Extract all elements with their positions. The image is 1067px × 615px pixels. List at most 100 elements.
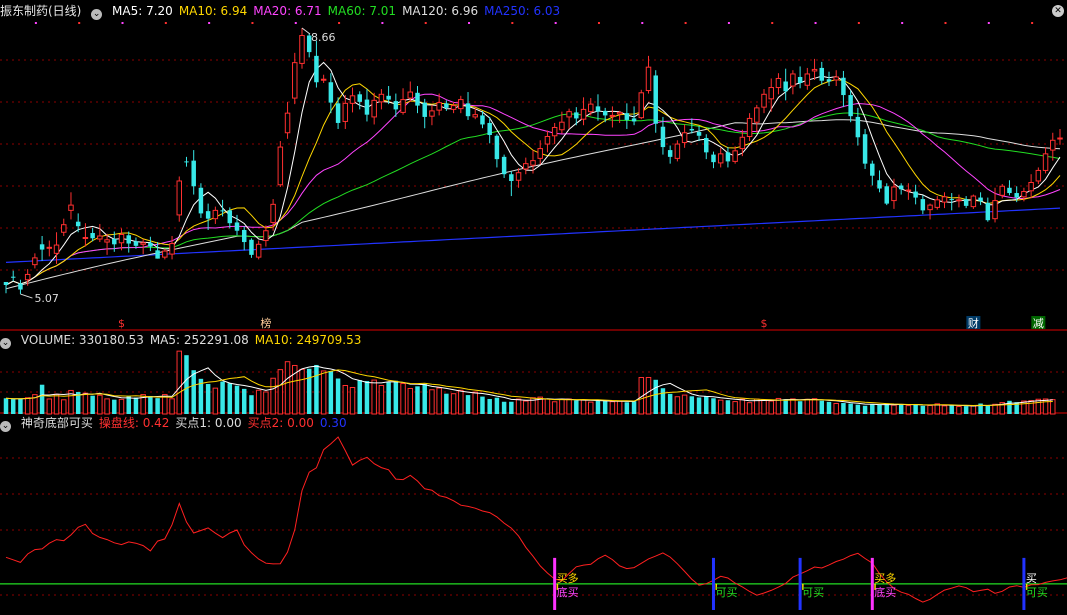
candle-body	[638, 92, 645, 119]
top-dot-marker	[771, 22, 774, 24]
candle-body	[320, 78, 327, 81]
event-marker[interactable]: 减	[1033, 317, 1044, 330]
candle-body	[270, 203, 276, 223]
candle-body	[1050, 139, 1056, 151]
candle-body	[746, 117, 753, 138]
candle-body	[126, 235, 131, 244]
candle-body	[212, 209, 219, 220]
volume-bar	[407, 387, 414, 415]
candle-body	[653, 75, 658, 124]
candle-body	[422, 102, 427, 117]
candle-body	[140, 242, 146, 245]
collapse-icon[interactable]: ⌄	[0, 421, 11, 432]
volume-header: ⌄ VOLUME: 330180.53 MA5: 252291.08 MA10: 2…	[0, 331, 373, 349]
ma120-line	[5, 119, 1061, 290]
candle-body	[292, 62, 298, 99]
candle-body	[97, 235, 103, 240]
legend-item: MA20: 6.71	[253, 4, 322, 18]
candle-body	[797, 76, 803, 84]
candle-body	[574, 112, 579, 119]
event-marker[interactable]: $	[761, 317, 768, 330]
candle-body	[515, 172, 522, 181]
top-dot-marker	[121, 22, 124, 24]
candle-body	[616, 111, 623, 115]
event-marker[interactable]: 榜	[260, 316, 271, 330]
candle-body	[75, 221, 81, 227]
candle-body	[1042, 153, 1049, 171]
candle-body	[133, 241, 139, 246]
volume-bar	[277, 369, 284, 415]
candle-body	[544, 136, 551, 145]
volume-bar	[660, 388, 666, 414]
volume-bar	[104, 398, 110, 415]
candle-body	[811, 68, 818, 72]
candle-body	[949, 199, 954, 201]
legend-item: MA60: 7.01	[327, 4, 397, 18]
volume-bar	[270, 377, 276, 415]
legend-item: 买点2: 0.00	[247, 416, 314, 430]
high-price-label: 8.66	[311, 31, 336, 44]
volume-bar	[667, 393, 673, 414]
top-dot-marker	[641, 22, 644, 24]
candle-body	[198, 187, 204, 214]
collapse-icon[interactable]: ⌄	[91, 9, 103, 20]
volume-bar	[1042, 398, 1049, 415]
candle-body	[855, 116, 861, 138]
signal-label: 买	[1026, 572, 1037, 585]
collapse-icon[interactable]: ⌄	[0, 338, 11, 349]
legend-item: 买点1: 0.00	[175, 416, 242, 430]
volume-bar	[46, 398, 53, 415]
volume-bar	[855, 404, 861, 414]
top-dot-marker	[251, 22, 254, 24]
top-dot-marker	[944, 22, 947, 24]
candle-body	[877, 180, 882, 189]
top-dot-marker	[857, 22, 860, 24]
volume-bar	[39, 384, 45, 414]
volume-bar	[826, 401, 832, 414]
candle-body	[82, 237, 89, 240]
top-dot-marker	[338, 22, 341, 24]
indicator-legend: 神奇底部可买 操盘线: 0.42 买点1: 0.00 买点2: 0.00 0.30	[21, 416, 353, 430]
candle-body	[3, 281, 9, 286]
volume-bar	[754, 398, 760, 415]
candle-body	[934, 199, 941, 208]
event-marker[interactable]: 财	[968, 316, 979, 330]
candle-body	[234, 222, 240, 231]
volume-bar	[349, 386, 356, 415]
volume-bar	[126, 396, 131, 414]
candle-body	[284, 112, 291, 134]
candle-body	[927, 204, 933, 211]
candle-body	[104, 239, 110, 243]
close-icon[interactable]: ✕	[1052, 5, 1064, 17]
volume-bar	[811, 398, 818, 415]
volume-bar	[465, 395, 471, 414]
volume-bar	[429, 389, 435, 415]
candle-body	[342, 102, 349, 122]
candle-body	[674, 143, 681, 159]
volume-bar	[898, 404, 904, 414]
volume-bar	[82, 392, 89, 415]
candle-body	[580, 108, 587, 120]
volume-bar	[681, 394, 688, 415]
volume-bar	[588, 401, 594, 415]
candle-body	[53, 244, 60, 254]
volume-bar	[393, 380, 399, 414]
candle-body	[783, 81, 788, 92]
volume-bar	[804, 398, 811, 415]
candle-body	[588, 103, 594, 113]
candle-body	[1035, 169, 1042, 182]
candle-body	[162, 250, 168, 258]
candle-body	[566, 111, 572, 118]
candle-body	[790, 73, 796, 87]
candle-body	[754, 107, 760, 123]
volume-bar	[155, 398, 160, 414]
signal-label: 可买	[1026, 586, 1048, 599]
volume-bar	[696, 397, 702, 414]
volume-bar	[602, 401, 608, 414]
volume-bar	[320, 370, 327, 415]
volume-bar	[574, 400, 579, 414]
volume-bar	[112, 399, 117, 414]
candle-body	[711, 154, 716, 163]
event-marker[interactable]: $	[118, 317, 125, 330]
volume-bar	[53, 393, 60, 415]
